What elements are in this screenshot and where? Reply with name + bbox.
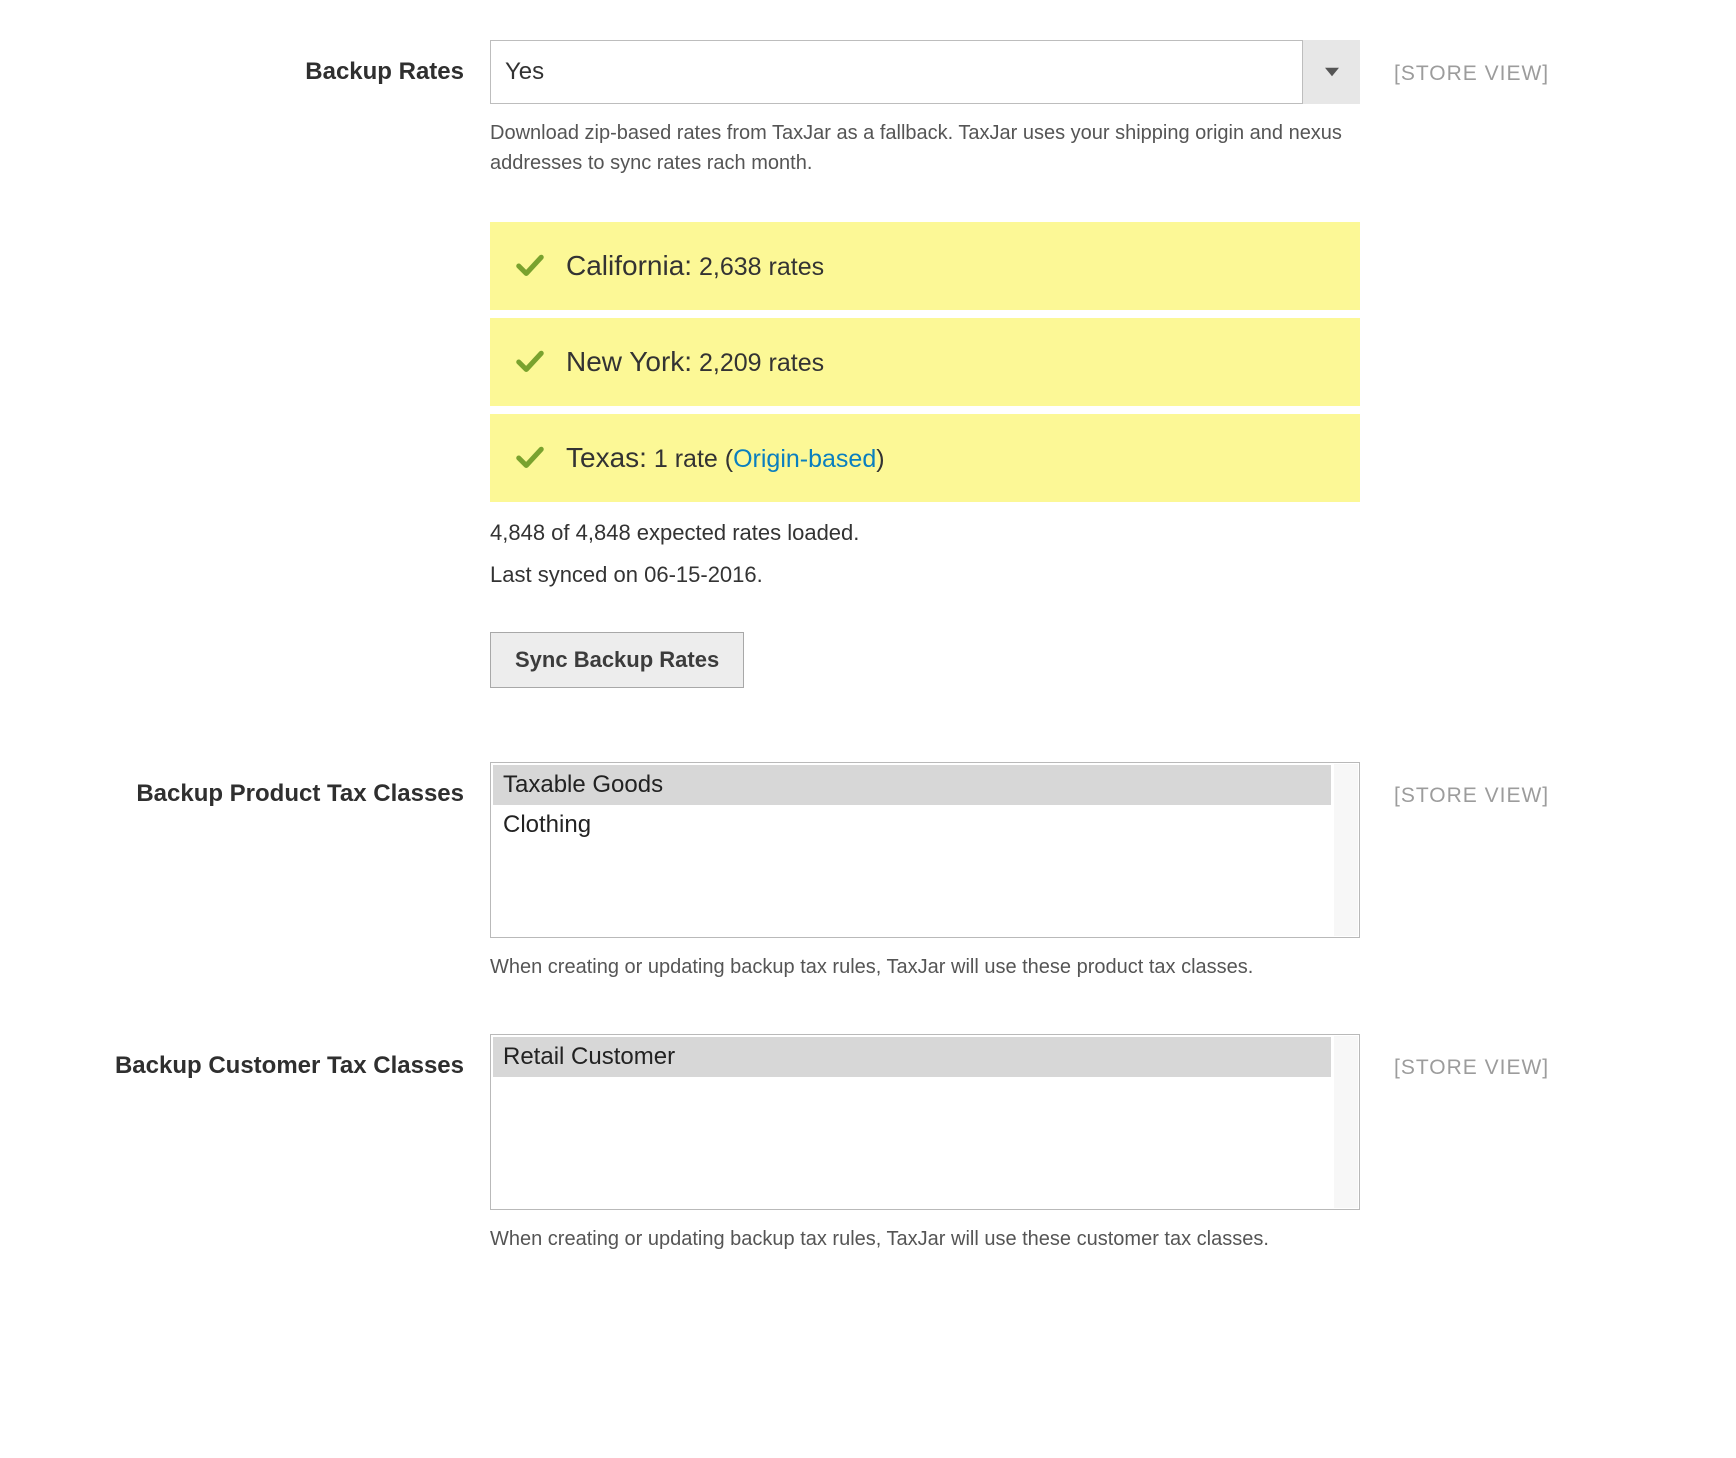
chevron-down-icon [1302,40,1360,104]
rates-list: California: 2,638 rates New York: 2,209 r… [490,222,1360,502]
scope-backup-rates: [STORE VIEW] [1360,40,1676,86]
rate-state-name: New York: [566,346,692,377]
multiselect-option[interactable]: Taxable Goods [493,765,1331,805]
select-backup-rates[interactable]: Yes [490,40,1360,104]
check-icon [512,347,548,377]
origin-based-link[interactable]: Origin-based [733,445,876,473]
rate-count: 2,209 rates [692,349,824,377]
select-backup-rates-value: Yes [490,40,1360,104]
label-backup-rates: Backup Rates [60,40,490,86]
rates-summary: 4,848 of 4,848 expected rates loaded. [490,520,1360,546]
scope-customer-tax-classes: [STORE VIEW] [1360,1034,1676,1080]
field-product-tax-classes: Backup Product Tax Classes Taxable Goods… [60,762,1676,982]
help-product-tax-classes: When creating or updating backup tax rul… [490,952,1360,982]
multiselect-option[interactable]: Clothing [493,805,1331,845]
scrollbar[interactable] [1334,1036,1358,1208]
label-product-tax-classes: Backup Product Tax Classes [60,762,490,808]
multiselect-option[interactable]: Retail Customer [493,1037,1331,1077]
rate-count: 1 rate [647,445,718,473]
multiselect-customer-tax-classes[interactable]: Retail Customer [490,1034,1360,1210]
check-icon [512,251,548,281]
rate-state-name: Texas: [566,442,647,473]
sync-backup-rates-button[interactable]: Sync Backup Rates [490,632,744,688]
rate-text: California: 2,638 rates [566,250,824,282]
scrollbar[interactable] [1334,764,1358,936]
label-customer-tax-classes: Backup Customer Tax Classes [60,1034,490,1080]
rate-text: New York: 2,209 rates [566,346,824,378]
scope-product-tax-classes: [STORE VIEW] [1360,762,1676,808]
rate-text: Texas: 1 rate (Origin-based) [566,442,885,474]
rate-item: New York: 2,209 rates [490,318,1360,406]
rate-item: California: 2,638 rates [490,222,1360,310]
rate-state-name: California: [566,250,692,281]
rate-count: 2,638 rates [692,253,824,281]
help-backup-rates: Download zip-based rates from TaxJar as … [490,118,1360,178]
field-backup-rates: Backup Rates Yes Download zip-based rate… [60,40,1676,688]
rate-item: Texas: 1 rate (Origin-based) [490,414,1360,502]
multiselect-product-tax-classes[interactable]: Taxable GoodsClothing [490,762,1360,938]
last-synced: Last synced on 06-15-2016. [490,562,1360,588]
help-customer-tax-classes: When creating or updating backup tax rul… [490,1224,1360,1254]
check-icon [512,443,548,473]
field-customer-tax-classes: Backup Customer Tax Classes Retail Custo… [60,1034,1676,1254]
